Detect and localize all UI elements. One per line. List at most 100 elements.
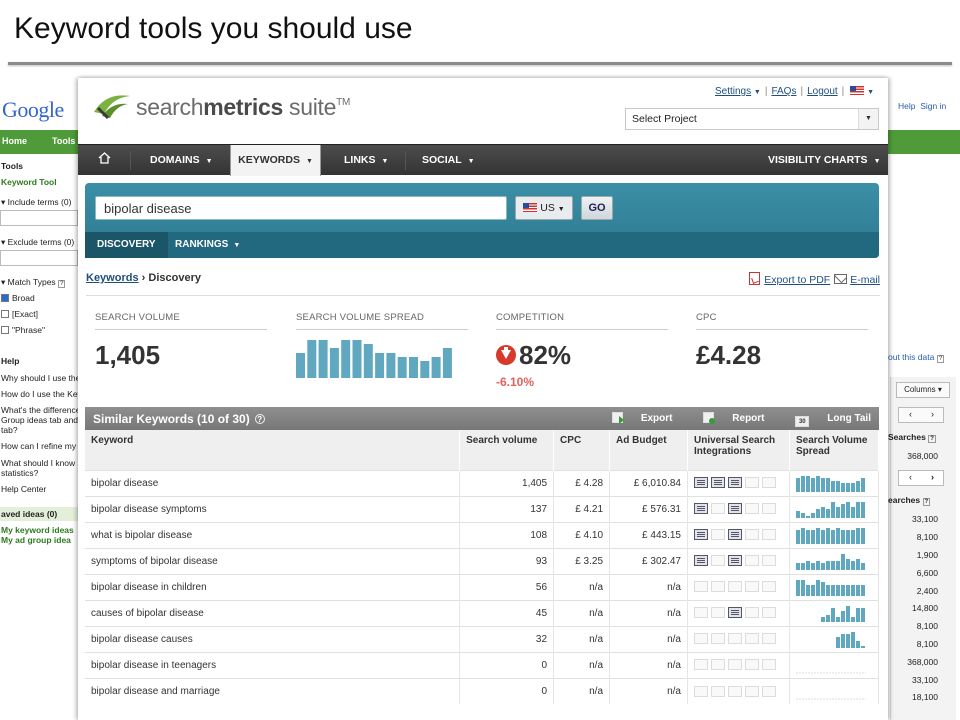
prev-icon[interactable]: ‹ — [909, 409, 912, 419]
table-row[interactable]: bipolar disease in children 56 n/a n/a — [85, 573, 880, 600]
video-integration-icon[interactable] — [727, 607, 742, 619]
nav-links[interactable]: LINKS ▼ — [344, 145, 388, 176]
help-icon[interactable]: ? — [922, 498, 931, 506]
checkbox-icon[interactable] — [1, 310, 9, 318]
logout-link[interactable]: Logout — [807, 86, 838, 97]
checkbox-checked-icon[interactable] — [1, 294, 9, 302]
video-integration-icon[interactable] — [727, 633, 742, 645]
shopping-integration-icon[interactable] — [761, 529, 776, 541]
help-icon[interactable]: ? — [928, 435, 936, 443]
google-sign-in-link[interactable]: Sign in — [920, 101, 946, 111]
image-integration-icon[interactable] — [710, 685, 725, 697]
my-ad-group-ideas-link[interactable]: My ad group idea — [1, 535, 71, 545]
google-nav-home[interactable]: Home — [2, 136, 27, 146]
table-row[interactable]: what is bipolar disease 108 £ 4.10 £ 443.15 — [85, 521, 880, 548]
video-integration-icon[interactable] — [727, 503, 742, 515]
image-integration-icon[interactable] — [710, 477, 725, 489]
export-pdf-link[interactable]: Export to PDF — [764, 274, 830, 286]
video-integration-icon[interactable] — [727, 529, 742, 541]
columns-button[interactable]: Columns ▾ — [896, 382, 950, 398]
help-icon[interactable]: ? — [254, 414, 265, 424]
news-integration-icon[interactable] — [693, 685, 708, 697]
news-integration-icon[interactable] — [693, 607, 708, 619]
nav-keywords[interactable]: KEYWORDS ▼ — [230, 145, 321, 176]
keyword-cell[interactable]: bipolar disease in teenagers — [85, 651, 461, 678]
help-icon[interactable]: ? — [58, 280, 66, 288]
news-integration-icon[interactable] — [693, 581, 708, 593]
map-integration-icon[interactable] — [744, 477, 759, 489]
image-integration-icon[interactable] — [710, 503, 725, 515]
shopping-integration-icon[interactable] — [761, 555, 776, 567]
settings-link[interactable]: Settings — [715, 86, 751, 97]
shopping-integration-icon[interactable] — [761, 659, 776, 671]
help-link[interactable]: What's the difference — [1, 405, 80, 415]
go-button[interactable]: GO — [581, 196, 613, 220]
match-broad[interactable]: Broad — [1, 293, 35, 303]
keyword-cell[interactable]: causes of bipolar disease — [85, 599, 461, 626]
nav-visibility-charts[interactable]: VISIBILITY CHARTS ▼ — [768, 145, 881, 176]
column-header-search-volume[interactable]: Search volume — [459, 430, 555, 470]
image-integration-icon[interactable] — [710, 633, 725, 645]
video-integration-icon[interactable] — [727, 555, 742, 567]
help-link[interactable]: Why should I use the — [1, 373, 80, 383]
column-header-ad-budget[interactable]: Ad Budget — [609, 430, 688, 470]
table-row[interactable]: bipolar disease 1,405 £ 4.28 £ 6,010.84 — [85, 469, 880, 496]
about-this-data-link[interactable]: out this data ? — [888, 352, 945, 363]
map-integration-icon[interactable] — [744, 555, 759, 567]
news-integration-icon[interactable] — [693, 659, 708, 671]
map-integration-icon[interactable] — [744, 581, 759, 593]
news-integration-icon[interactable] — [693, 555, 708, 567]
map-integration-icon[interactable] — [744, 607, 759, 619]
image-integration-icon[interactable] — [710, 659, 725, 671]
column-header-integrations[interactable]: Universal Search Integrations — [687, 430, 790, 470]
project-select[interactable]: Select Project ▼ — [625, 108, 879, 130]
shopping-integration-icon[interactable] — [761, 477, 776, 489]
map-integration-icon[interactable] — [744, 503, 759, 515]
shopping-integration-icon[interactable] — [761, 503, 776, 515]
keyword-cell[interactable]: bipolar disease in children — [85, 573, 461, 600]
shopping-integration-icon[interactable] — [761, 633, 776, 645]
exclude-terms-input[interactable] — [0, 250, 78, 266]
chevron-down-icon[interactable]: ▼ — [858, 109, 878, 129]
column-header-keyword[interactable]: Keyword — [85, 430, 461, 470]
news-integration-icon[interactable] — [693, 633, 708, 645]
help-link[interactable]: What should I know a — [1, 458, 80, 468]
map-integration-icon[interactable] — [744, 529, 759, 541]
image-integration-icon[interactable] — [710, 529, 725, 541]
keyword-cell[interactable]: bipolar disease and marriage — [85, 677, 461, 704]
next-icon[interactable]: › — [931, 409, 934, 419]
keyword-cell[interactable]: what is bipolar disease — [85, 521, 461, 548]
news-integration-icon[interactable] — [693, 477, 708, 489]
news-integration-icon[interactable] — [693, 503, 708, 515]
shopping-integration-icon[interactable] — [761, 685, 776, 697]
help-link[interactable]: How do I use the Key — [1, 389, 80, 399]
long-tail-button[interactable]: 30 Long Tail — [781, 413, 871, 427]
map-integration-icon[interactable] — [744, 633, 759, 645]
keyword-cell[interactable]: bipolar disease causes — [85, 625, 461, 652]
checkbox-icon[interactable] — [1, 326, 9, 334]
google-help-link[interactable]: Help — [898, 101, 915, 111]
tab-rankings[interactable]: RANKINGS ▼ — [163, 232, 252, 258]
match-phrase[interactable]: "Phrase" — [1, 325, 45, 335]
prev-icon[interactable]: ‹ — [909, 472, 912, 482]
flag-us-icon[interactable] — [850, 86, 865, 95]
email-link[interactable]: E-mail — [850, 274, 880, 286]
report-button[interactable]: Report — [689, 412, 765, 424]
country-select[interactable]: US ▼ — [515, 196, 573, 220]
video-integration-icon[interactable] — [727, 685, 742, 697]
table-row[interactable]: symptoms of bipolar disease 93 £ 3.25 £ 302… — [85, 547, 880, 574]
image-integration-icon[interactable] — [710, 581, 725, 593]
help-icon[interactable]: ? — [936, 355, 945, 363]
export-button[interactable]: Export — [598, 412, 673, 424]
image-integration-icon[interactable] — [710, 607, 725, 619]
nav-social[interactable]: SOCIAL ▼ — [422, 145, 475, 176]
map-integration-icon[interactable] — [744, 659, 759, 671]
video-integration-icon[interactable] — [727, 581, 742, 593]
table-row[interactable]: bipolar disease symptoms 137 £ 4.21 £ 576.3… — [85, 495, 880, 522]
shopping-integration-icon[interactable] — [761, 607, 776, 619]
keyword-tool-link[interactable]: Keyword Tool — [1, 177, 57, 187]
help-link[interactable]: statistics? — [1, 468, 38, 478]
map-integration-icon[interactable] — [744, 685, 759, 697]
column-header-spread[interactable]: Search Volume Spread — [789, 430, 880, 470]
exclude-terms-toggle[interactable]: ▾ Exclude terms (0) — [1, 237, 74, 248]
